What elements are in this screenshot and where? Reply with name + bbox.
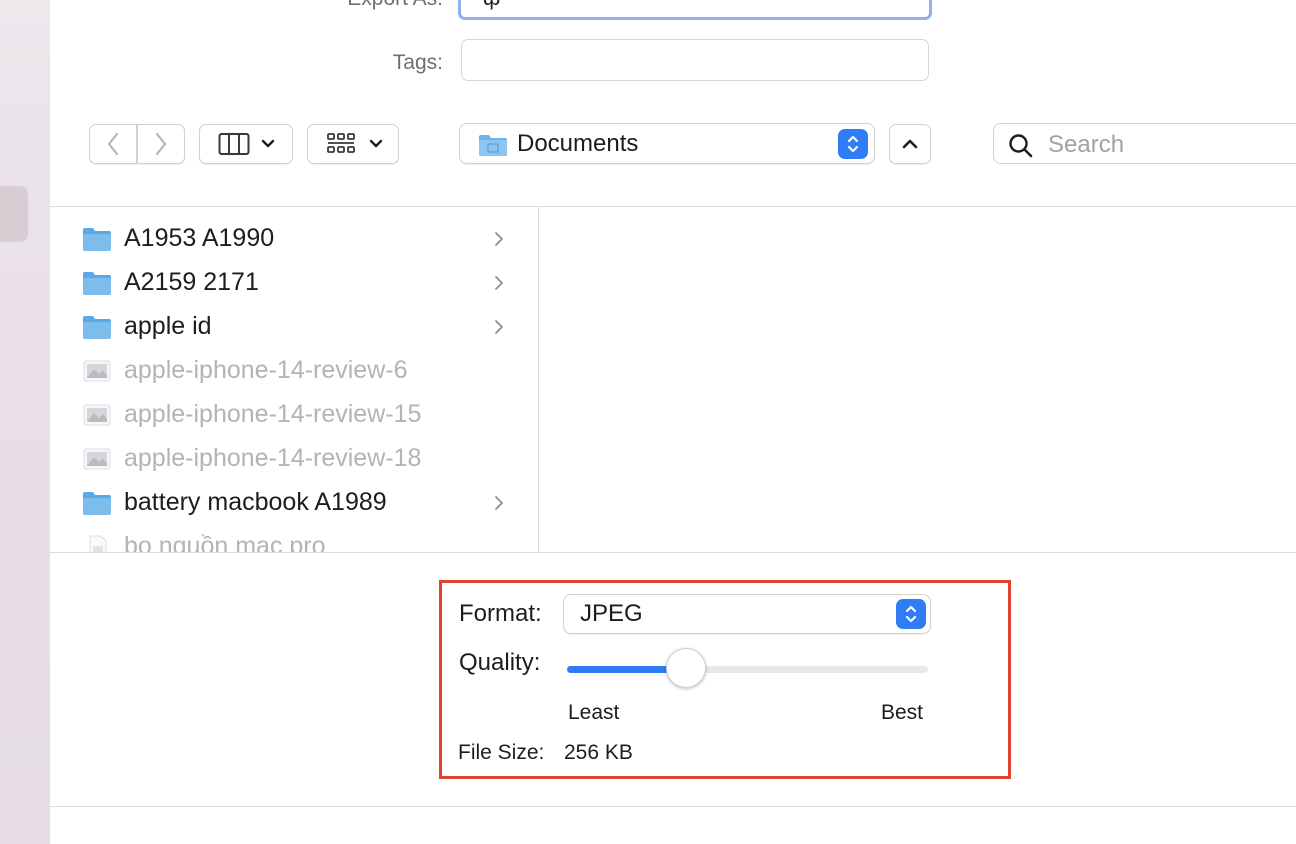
column-view-icon xyxy=(218,133,250,155)
file-name: apple-iphone-14-review-15 xyxy=(124,400,422,428)
image-file-icon xyxy=(82,446,112,477)
tags-label: Tags: xyxy=(392,51,443,74)
document-icon xyxy=(82,534,112,552)
format-label: Format: xyxy=(459,600,542,627)
folder-icon xyxy=(82,314,112,345)
image-file-icon xyxy=(82,402,112,433)
forward-button[interactable] xyxy=(137,124,185,164)
chevron-right-icon xyxy=(494,231,504,252)
location-stepper xyxy=(838,129,868,159)
location-label: Documents xyxy=(517,130,639,157)
browser-bottom-divider xyxy=(50,552,1296,553)
group-button[interactable] xyxy=(307,124,399,164)
file-name: apple-iphone-14-review-6 xyxy=(124,356,408,384)
file-name: apple id xyxy=(124,312,212,340)
export-sheet: Export As: ф Tags: xyxy=(50,0,1296,844)
chevron-right-icon xyxy=(155,132,167,156)
file-list-item[interactable]: battery macbook A1989 xyxy=(50,482,538,526)
file-list-item[interactable]: apple-iphone-14-review-6 xyxy=(50,350,538,394)
location-popup[interactable]: Documents xyxy=(459,123,875,164)
folder-icon xyxy=(82,226,112,257)
file-list-item[interactable]: bo nguồn mac pro xyxy=(50,526,538,552)
view-mode-button[interactable] xyxy=(199,124,293,164)
sidebar-selection xyxy=(0,186,28,242)
quality-least-label: Least xyxy=(568,701,620,724)
column-divider xyxy=(538,207,539,552)
chevron-left-icon xyxy=(107,132,119,156)
file-size-label: File Size: xyxy=(458,741,545,764)
format-value: JPEG xyxy=(580,600,643,627)
file-list-item[interactable]: apple-iphone-14-review-15 xyxy=(50,394,538,438)
file-name: A1953 A1990 xyxy=(124,224,275,252)
format-popup[interactable]: JPEG xyxy=(563,594,931,634)
file-size-value: 256 KB xyxy=(564,741,633,764)
quality-slider-track[interactable] xyxy=(567,666,928,673)
file-name: apple-iphone-14-review-18 xyxy=(124,444,422,472)
image-file-icon xyxy=(82,358,112,389)
up-down-chevron-icon xyxy=(847,135,859,153)
quality-label: Quality: xyxy=(459,649,541,676)
search-field[interactable]: Search xyxy=(993,123,1296,164)
options-bottom-divider xyxy=(50,806,1296,807)
file-list-item[interactable]: A1953 A1990 xyxy=(50,218,538,262)
file-list-item[interactable]: apple id xyxy=(50,306,538,350)
search-placeholder: Search xyxy=(1048,131,1125,158)
file-name: battery macbook A1989 xyxy=(124,488,387,516)
file-list-item[interactable]: A2159 2171 xyxy=(50,262,538,306)
tags-field[interactable] xyxy=(461,39,929,81)
chevron-up-icon xyxy=(902,139,918,149)
chevron-down-icon xyxy=(261,139,275,148)
file-browser-column[interactable]: A1953 A1990 A2159 2171 apple id apple-iphon… xyxy=(50,208,538,552)
file-name: A2159 2171 xyxy=(124,268,259,296)
format-stepper xyxy=(896,599,926,629)
file-name: bo nguồn mac pro xyxy=(124,532,326,552)
sidebar-background xyxy=(0,0,51,844)
toolbar-divider xyxy=(50,206,1296,207)
search-icon xyxy=(1009,134,1033,158)
chevron-down-icon xyxy=(369,139,383,148)
chevron-right-icon xyxy=(494,319,504,340)
quality-best-label: Best xyxy=(881,701,924,724)
file-list-item[interactable]: apple-iphone-14-review-18 xyxy=(50,438,538,482)
chevron-right-icon xyxy=(494,275,504,296)
folder-icon xyxy=(82,270,112,301)
chevron-right-icon xyxy=(494,495,504,516)
folder-icon xyxy=(82,490,112,521)
export-as-label: Export As: xyxy=(347,0,443,11)
export-as-field[interactable]: ф xyxy=(458,0,932,20)
back-button[interactable] xyxy=(89,124,137,164)
up-down-chevron-icon xyxy=(905,605,917,623)
icon-grid-icon xyxy=(327,133,355,153)
folder-icon xyxy=(479,135,507,156)
expand-collapse-button[interactable] xyxy=(889,124,931,164)
quality-slider-knob[interactable] xyxy=(666,648,707,688)
